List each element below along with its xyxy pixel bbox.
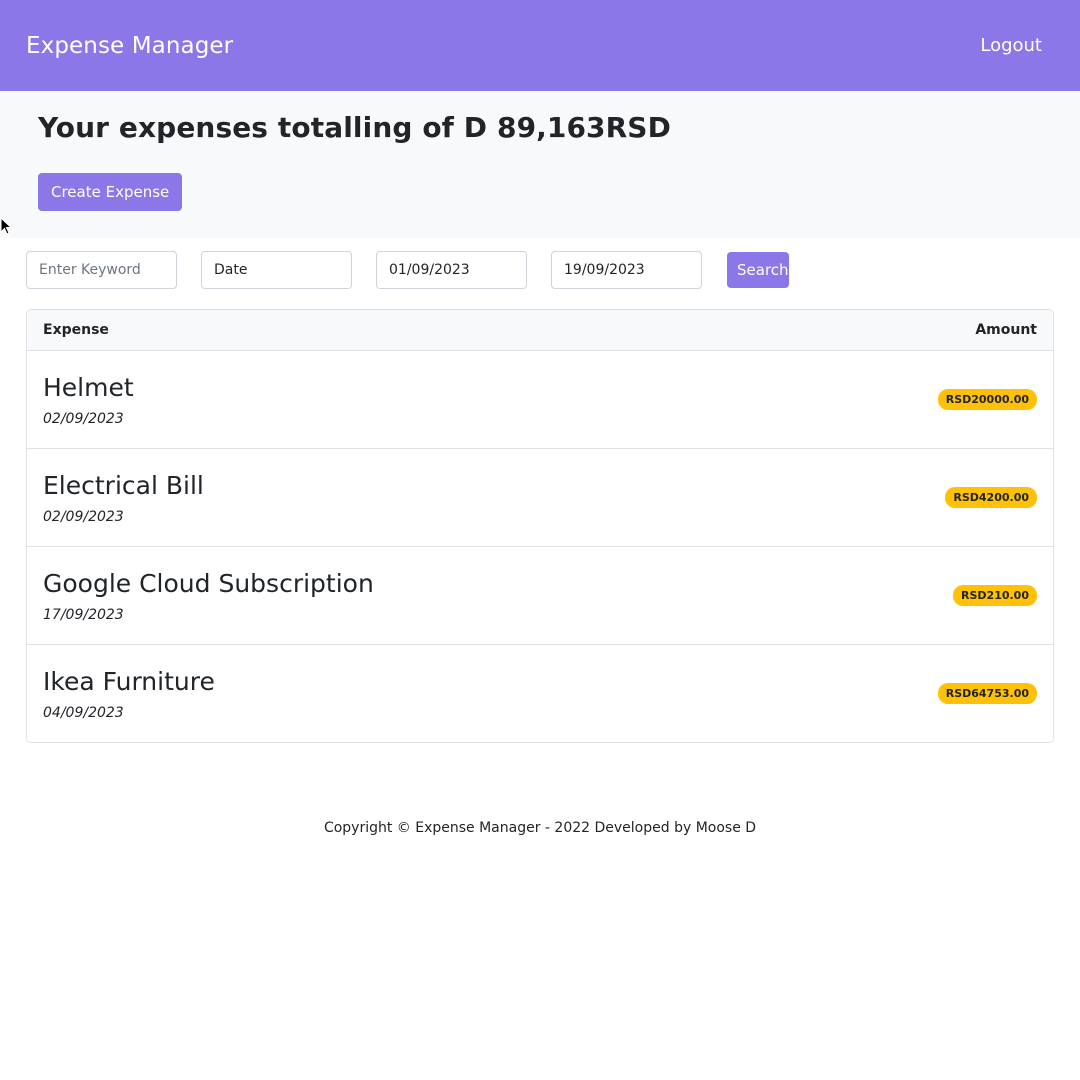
sort-field-input[interactable] xyxy=(201,250,352,289)
expense-table: Expense Amount Helmet 02/09/2023 RSD2000… xyxy=(26,309,1054,743)
navbar: Expense Manager Logout xyxy=(0,0,1080,91)
filter-bar: Search xyxy=(0,238,1080,293)
keyword-input[interactable] xyxy=(26,250,177,289)
table-header: Expense Amount xyxy=(27,310,1053,351)
header-expense: Expense xyxy=(43,322,109,338)
amount-badge: RSD64753.00 xyxy=(937,683,1037,704)
table-row[interactable]: Electrical Bill 02/09/2023 RSD4200.00 xyxy=(27,449,1053,547)
expense-date: 17/09/2023 xyxy=(43,606,124,623)
row-info: Ikea Furniture 04/09/2023 xyxy=(43,667,215,721)
expense-name: Google Cloud Subscription xyxy=(43,568,374,598)
table-row[interactable]: Google Cloud Subscription 17/09/2023 RSD… xyxy=(27,547,1053,645)
expense-name: Ikea Furniture xyxy=(43,666,215,696)
hero-section: Your expenses totalling of D 89,163RSD C… xyxy=(0,91,1080,238)
row-info: Google Cloud Subscription 17/09/2023 xyxy=(43,569,374,623)
row-info: Helmet 02/09/2023 xyxy=(43,373,134,427)
table-row[interactable]: Helmet 02/09/2023 RSD20000.00 xyxy=(27,351,1053,449)
footer-copyright: Copyright © Expense Manager - 2022 Devel… xyxy=(323,820,757,836)
expense-name: Electrical Bill xyxy=(43,470,204,500)
amount-badge: RSD4200.00 xyxy=(945,487,1037,508)
start-date-input[interactable] xyxy=(376,250,527,289)
header-amount: Amount xyxy=(975,322,1037,338)
table-row[interactable]: Ikea Furniture 04/09/2023 RSD64753.00 xyxy=(27,645,1053,742)
expense-date: 04/09/2023 xyxy=(43,704,124,721)
brand-title[interactable]: Expense Manager xyxy=(26,33,233,59)
end-date-input[interactable] xyxy=(551,250,702,289)
row-info: Electrical Bill 02/09/2023 xyxy=(43,471,204,525)
logout-link[interactable]: Logout xyxy=(980,35,1042,56)
page-title: Your expenses totalling of D 89,163RSD xyxy=(38,111,671,144)
expense-name: Helmet xyxy=(43,372,134,402)
expense-date: 02/09/2023 xyxy=(43,508,124,525)
search-button[interactable]: Search xyxy=(727,251,789,288)
mouse-cursor-icon xyxy=(0,217,12,235)
amount-badge: RSD20000.00 xyxy=(937,389,1037,410)
create-expense-button[interactable]: Create Expense xyxy=(38,173,183,211)
amount-badge: RSD210.00 xyxy=(953,585,1037,606)
expense-date: 02/09/2023 xyxy=(43,410,124,427)
